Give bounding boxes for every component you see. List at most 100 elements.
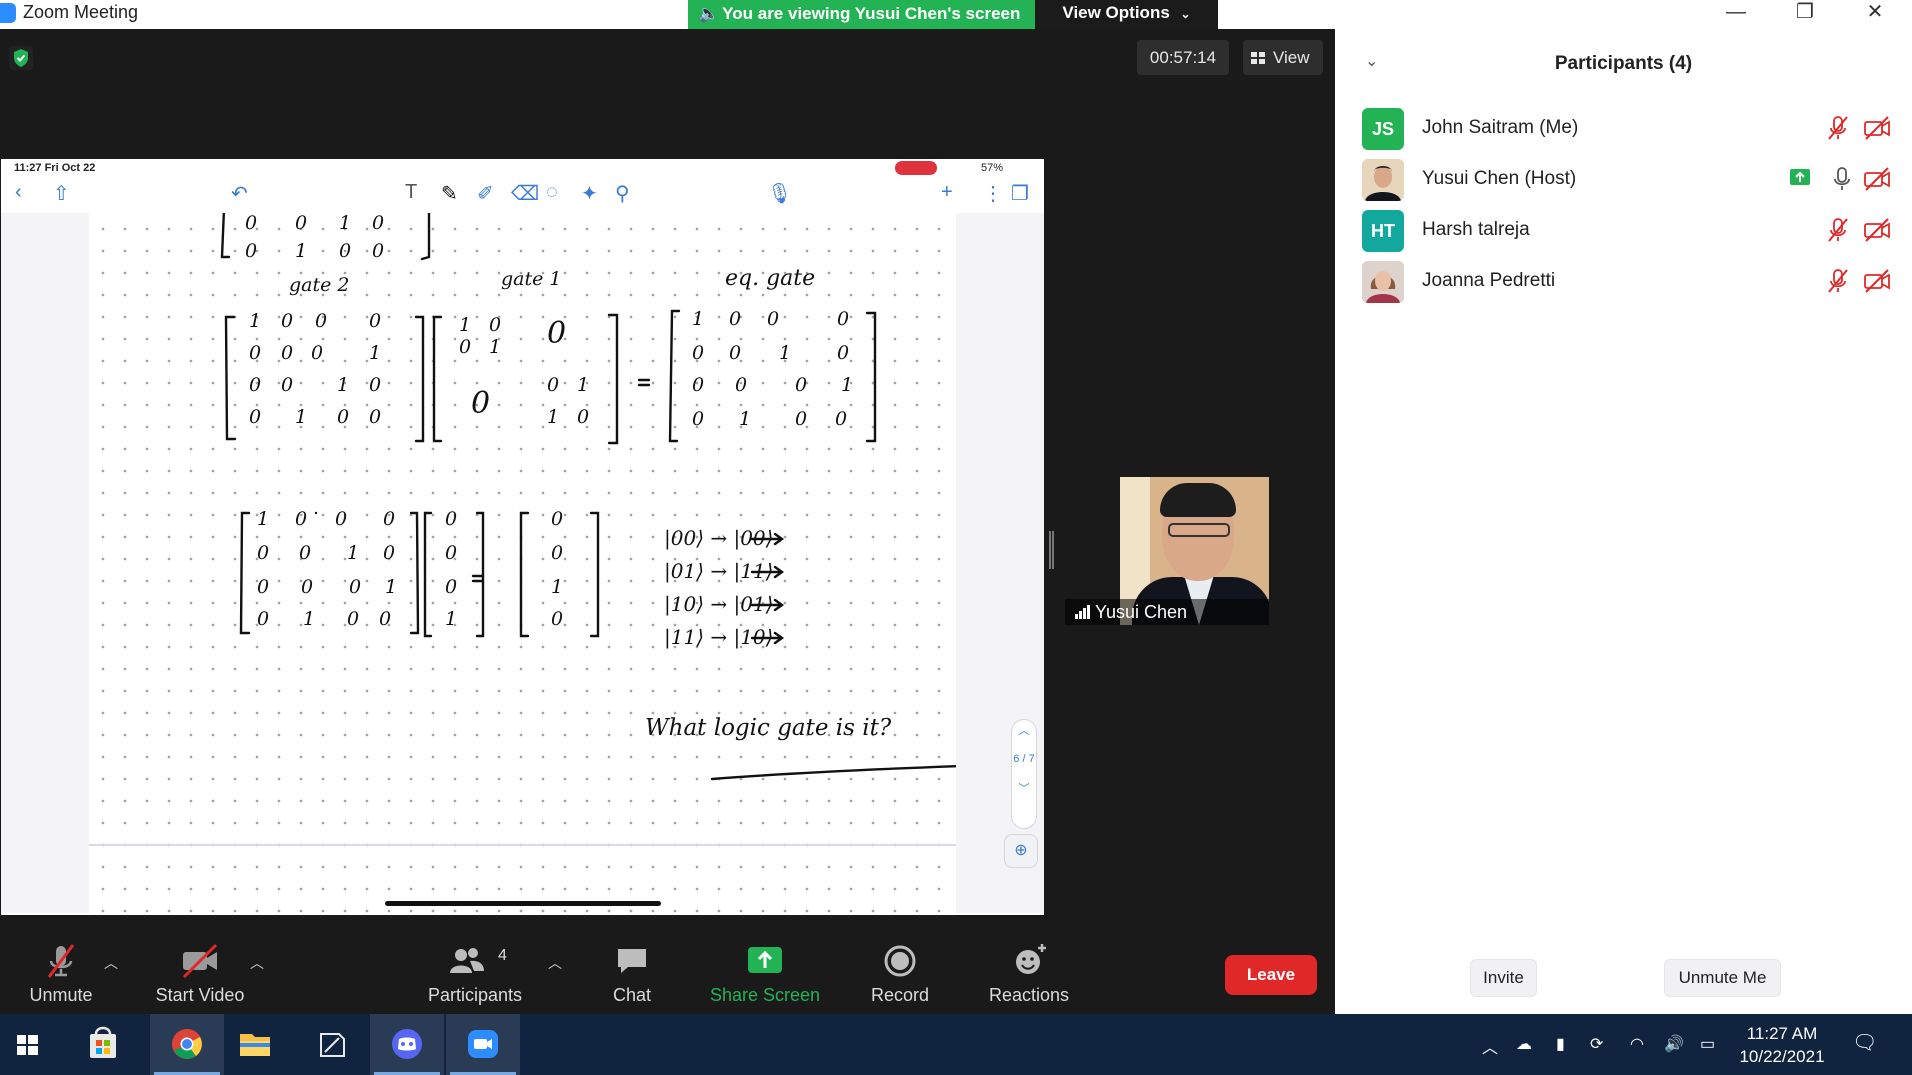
page-indicator-text: 6 / 7 — [1013, 753, 1035, 765]
audio-options-caret-icon[interactable]: ︿ — [104, 953, 118, 973]
store-taskbar-icon[interactable] — [66, 1014, 140, 1075]
reactions-icon — [976, 935, 1082, 985]
svg-text:0: 0 — [445, 576, 457, 598]
battery-icon[interactable]: ▭ — [1700, 1034, 1715, 1054]
usb-drive-icon[interactable]: ▮ — [1556, 1034, 1565, 1054]
page-scroll-indicator[interactable]: ︿ 6 / 7 ﹀ — [1011, 719, 1037, 829]
restore-button[interactable]: ❐ — [1775, 0, 1835, 26]
participants-options-caret-icon[interactable]: ︿ — [548, 953, 562, 973]
shared-screen[interactable]: 11:27 Fri Oct 22 57% ‹ ⇧ ↶ T ✎ ✐ ⌫ ◌ ✦ ⚲… — [1, 159, 1044, 915]
svg-text:0: 0 — [767, 308, 779, 330]
svg-text:0: 0 — [281, 374, 293, 396]
wifi-icon[interactable]: ◠ — [1630, 1034, 1644, 1054]
zoom-taskbar-icon[interactable] — [446, 1014, 520, 1075]
svg-text:1: 1 — [841, 374, 853, 396]
speaker-name-tag: Yusui Chen — [1065, 599, 1269, 625]
chevron-down-icon: ﹀ — [1018, 783, 1030, 795]
minimize-button[interactable]: — — [1706, 0, 1766, 26]
split-divider-handle[interactable] — [1049, 531, 1054, 569]
participants-panel: ⌄ Participants (4) JS John Saitram (Me) … — [1335, 29, 1912, 1014]
clock-date: 10/22/2021 — [1739, 1047, 1825, 1066]
security-shield-icon[interactable] — [9, 46, 33, 70]
speaker-icon: 🔈 — [698, 4, 720, 23]
reactions-button[interactable]: Reactions — [976, 935, 1082, 1015]
svg-text:0: 0 — [281, 310, 293, 332]
svg-text:0: 0 — [795, 408, 807, 430]
zoom-in-icon[interactable]: ⊕ — [1004, 834, 1038, 868]
svg-text:0: 0 — [692, 408, 704, 430]
svg-text:0: 0 — [551, 608, 563, 630]
svg-text:0: 0 — [547, 374, 559, 396]
start-button[interactable] — [0, 1014, 74, 1075]
microphone-icon: 🎙 — [767, 183, 793, 205]
notes-app-taskbar-icon[interactable] — [294, 1014, 368, 1075]
mapping-row-2: |01⟩ → |11⟩ — [664, 559, 773, 584]
ipad-status-time: 11:27 Fri Oct 22 — [14, 162, 96, 174]
meeting-toolbar: Unmute ︿ Start Video ︿ 4 Participants ︿ … — [0, 935, 1335, 1015]
svg-text:0: 0 — [281, 342, 293, 364]
participants-panel-header: ⌄ Participants (4) — [1335, 29, 1912, 97]
unmute-me-button[interactable]: Unmute Me — [1664, 959, 1781, 997]
invite-button[interactable]: Invite — [1470, 959, 1537, 997]
unmute-button[interactable]: Unmute — [18, 935, 104, 1015]
svg-text:1: 1 — [249, 310, 261, 332]
title-bar: Zoom Meeting 🔈 You are viewing Yusui Chen… — [0, 0, 1912, 29]
svg-text:0: 0 — [337, 406, 349, 428]
view-options-button[interactable]: View Options ⌄ — [1035, 0, 1218, 29]
svg-text:1: 1 — [295, 406, 307, 428]
volume-icon[interactable]: 🔊 — [1664, 1034, 1684, 1054]
show-hidden-icons-chevron-icon[interactable]: ︿ — [1482, 1034, 1498, 1058]
taskbar-clock[interactable]: 11:27 AM 10/22/2021 — [1722, 1022, 1842, 1068]
svg-text:1: 1 — [551, 576, 563, 598]
file-explorer-taskbar-icon[interactable] — [218, 1014, 292, 1075]
svg-text:0: 0 — [379, 608, 391, 630]
svg-text:1: 1 — [369, 342, 381, 364]
svg-text:0: 0 — [245, 240, 257, 262]
video-options-caret-icon[interactable]: ︿ — [250, 953, 264, 973]
svg-text:0: 0 — [245, 213, 257, 234]
participant-name: John Saitram (Me) — [1422, 117, 1579, 138]
discord-taskbar-icon[interactable] — [370, 1014, 444, 1075]
meet-now-icon[interactable]: ⟳ — [1590, 1034, 1603, 1054]
svg-text:0: 0 — [369, 310, 381, 332]
svg-text:0: 0 — [577, 406, 589, 428]
svg-text:0: 0 — [835, 408, 847, 430]
close-button[interactable]: ✕ — [1845, 0, 1905, 26]
share-screen-label: Share Screen — [709, 985, 821, 1005]
microphone-muted-icon — [18, 935, 104, 985]
microphone-muted-icon — [1824, 114, 1852, 142]
more-icon: ⋮ — [983, 183, 1003, 205]
record-button[interactable]: Record — [860, 935, 940, 1015]
share-screen-button[interactable]: Share Screen — [706, 935, 824, 1015]
participants-button[interactable]: 4 Participants — [422, 935, 528, 1015]
avatar — [1362, 159, 1404, 201]
meeting-area: 00:57:14 View 11:27 Fri Oct 22 57% ‹ ⇧ ↶… — [0, 29, 1335, 1014]
shapes-icon: ✦ — [581, 183, 598, 205]
chrome-taskbar-icon[interactable] — [150, 1014, 224, 1075]
svg-text:0: 0 — [729, 342, 741, 364]
svg-text:0: 0 — [372, 240, 384, 262]
chat-label: Chat — [612, 985, 652, 1005]
onedrive-cloud-icon[interactable]: ☁ — [1516, 1034, 1532, 1054]
svg-text:0: 0 — [315, 310, 327, 332]
svg-text:0: 0 — [383, 508, 395, 530]
participant-row[interactable]: Joanna Pedretti — [1335, 251, 1912, 311]
participant-status-icons — [1824, 267, 1894, 297]
text-tool-icon: T — [405, 181, 418, 203]
video-off-icon — [1862, 165, 1890, 193]
chat-icon — [600, 935, 664, 985]
svg-text:0: 0 — [551, 508, 563, 530]
view-layout-button[interactable]: View — [1243, 40, 1323, 75]
chat-button[interactable]: Chat — [600, 935, 664, 1015]
svg-text:0: 0 — [383, 542, 395, 564]
windows-taskbar: ︿ ☁ ▮ ⟳ ◠ 🔊 ▭ 11:27 AM 10/22/2021 🗨 — [0, 1014, 1912, 1075]
page-margin-left — [1, 213, 89, 913]
windows-logo-icon — [17, 1035, 38, 1055]
ipad-status-bar: 11:27 Fri Oct 22 57% — [1, 159, 1044, 177]
eq-gate-label: eq. gate — [725, 266, 815, 291]
participant-status-icons — [1824, 216, 1894, 246]
start-video-button[interactable]: Start Video — [148, 935, 252, 1015]
leave-button[interactable]: Leave — [1225, 955, 1317, 995]
svg-text:0: 0 — [249, 342, 261, 364]
notifications-icon[interactable]: 🗨 — [1852, 1030, 1877, 1055]
